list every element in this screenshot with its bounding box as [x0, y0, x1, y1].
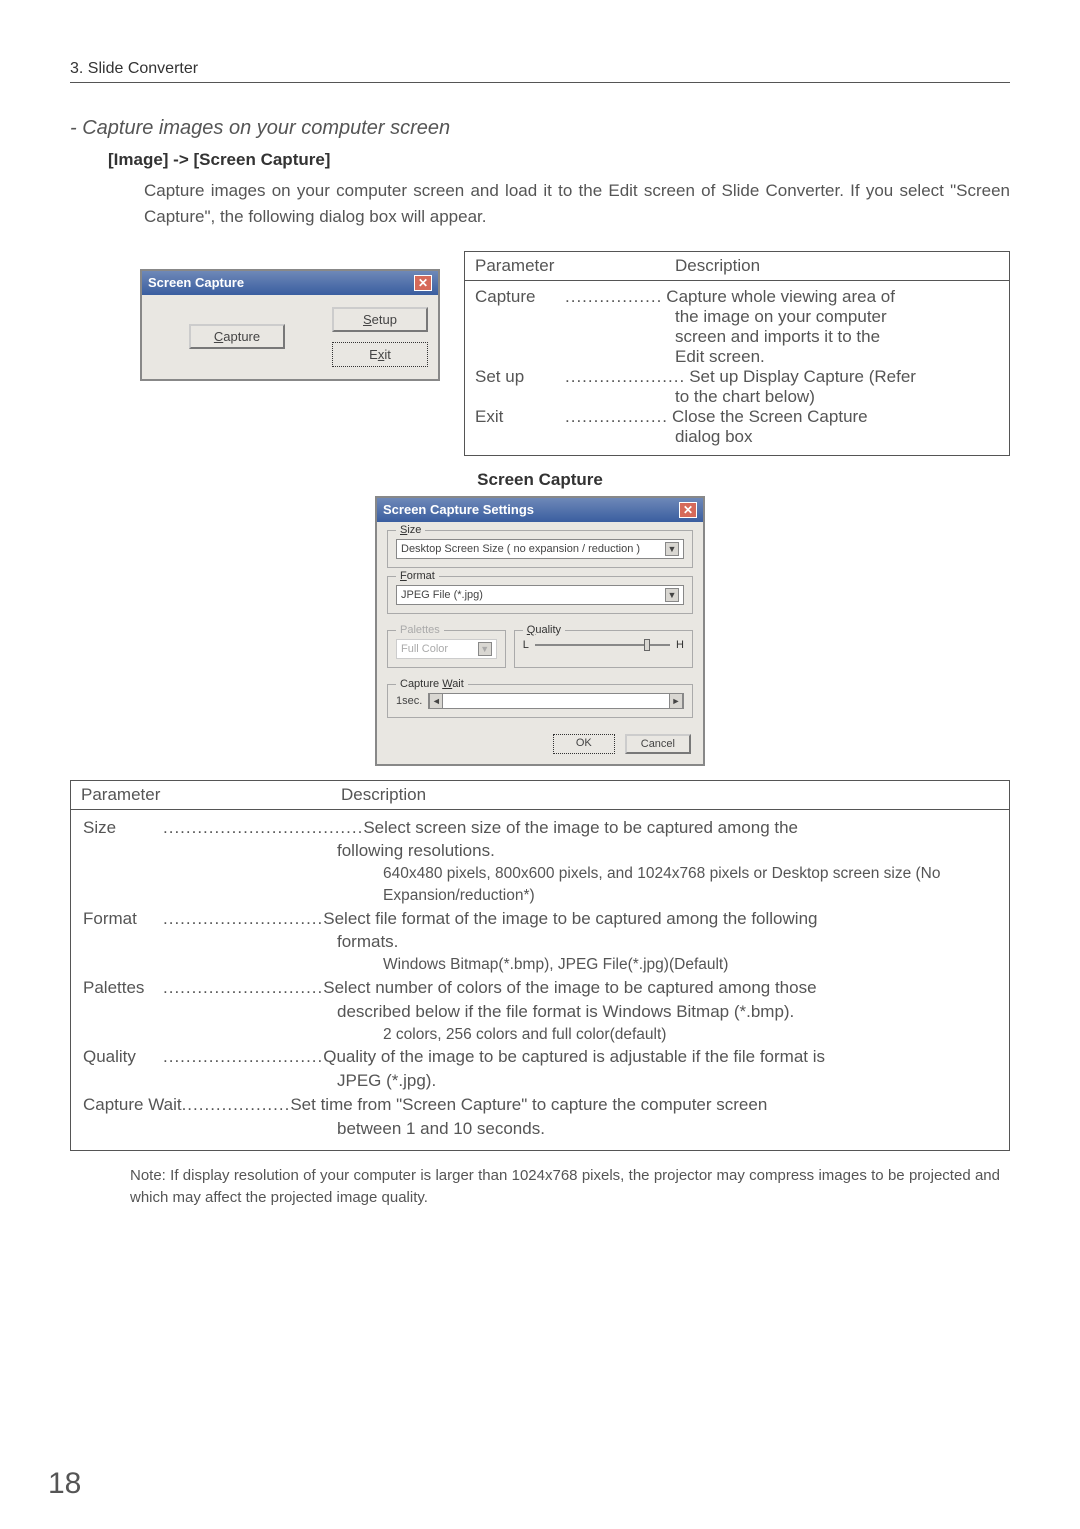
- capture-wait-scrollbar[interactable]: ◄ ►: [428, 693, 684, 709]
- quality-legend: Quality: [523, 624, 565, 636]
- palettes-sub: 2 colors, 256 colors and full color(defa…: [83, 1024, 997, 1046]
- intro-paragraph: Capture images on your computer screen a…: [144, 178, 1010, 231]
- size-desc-2: following resolutions.: [83, 839, 997, 863]
- arrow-right-icon[interactable]: ►: [669, 694, 683, 708]
- th-parameter: Parameter: [465, 252, 665, 280]
- palettes-fieldset: Palettes Full Color ▼: [387, 630, 506, 668]
- th-parameter: Parameter: [71, 781, 331, 809]
- section-title: - Capture images on your computer screen: [70, 117, 1010, 140]
- th-description: Description: [331, 781, 1009, 809]
- row-setup-cont: to the chart below): [475, 387, 999, 407]
- row-capture-cont3: Edit screen.: [475, 347, 999, 367]
- chevron-down-icon[interactable]: ▼: [665, 588, 679, 602]
- setup-mnemonic: S: [363, 312, 372, 327]
- size-desc-1: Select screen size of the image to be ca…: [363, 816, 997, 840]
- format-fieldset: Format JPEG File (*.jpg) ▼: [387, 576, 693, 614]
- dots: ...................: [182, 1093, 291, 1117]
- palettes-legend: Palettes: [396, 624, 444, 636]
- format-label: Format: [83, 907, 163, 931]
- row-exit-name: Exit: [475, 407, 565, 427]
- format-desc-1: Select file format of the image to be ca…: [323, 907, 997, 931]
- quality-fieldset: Quality L H: [514, 630, 693, 668]
- row-exit-desc: Close the Screen Capture: [668, 407, 999, 427]
- exit-button[interactable]: Exit: [332, 342, 428, 367]
- dots: ............................: [163, 1045, 323, 1069]
- palettes-value: Full Color: [401, 643, 448, 655]
- arrow-left-icon[interactable]: ◄: [429, 694, 443, 708]
- format-select[interactable]: JPEG File (*.jpg) ▼: [396, 585, 684, 605]
- setup-button[interactable]: Setup: [332, 307, 428, 332]
- row-setup-name: Set up: [475, 367, 565, 387]
- capture-wait-fieldset: Capture Wait 1sec. ◄ ►: [387, 684, 693, 718]
- dots: ............................: [163, 907, 323, 931]
- row-capture-name: Capture: [475, 287, 565, 307]
- chevron-down-icon[interactable]: ▼: [665, 542, 679, 556]
- page-number: 18: [48, 1467, 81, 1501]
- dialog-title: Screen Capture: [148, 275, 244, 290]
- row-exit-cont: dialog box: [475, 427, 999, 447]
- size-fieldset: Size Desktop Screen Size ( no expansion …: [387, 530, 693, 568]
- cancel-button[interactable]: Cancel: [625, 734, 691, 754]
- dots: .................: [565, 287, 662, 307]
- quality-low-label: L: [523, 639, 529, 651]
- row-setup-desc: Set up Display Capture (Refer: [685, 367, 999, 387]
- dots: .....................: [565, 367, 685, 387]
- quality-desc-2: JPEG (*.jpg).: [83, 1069, 997, 1093]
- palettes-desc-1: Select number of colors of the image to …: [323, 976, 997, 1000]
- capture-wait-legend: Capture Wait: [396, 678, 468, 690]
- slider-thumb[interactable]: [644, 639, 650, 651]
- size-select[interactable]: Desktop Screen Size ( no expansion / red…: [396, 539, 684, 559]
- settings-titlebar: Screen Capture Settings ✕: [377, 498, 703, 522]
- size-label: Size: [83, 816, 163, 840]
- chapter-header: 3. Slide Converter: [70, 60, 1010, 83]
- dots: ............................: [163, 976, 323, 1000]
- capwait-desc-1: Set time from "Screen Capture" to captur…: [290, 1093, 997, 1117]
- row-capture-cont2: screen and imports it to the: [475, 327, 999, 347]
- screen-capture-settings-dialog: Screen Capture Settings ✕ Size Desktop S…: [375, 496, 705, 766]
- quality-desc-1: Quality of the image to be captured is a…: [323, 1045, 997, 1069]
- quality-slider[interactable]: [535, 644, 670, 646]
- menu-path: [Image] -> [Screen Capture]: [108, 150, 1010, 170]
- size-sub: 640x480 pixels, 800x600 pixels, and 1024…: [83, 863, 997, 906]
- format-value: JPEG File (*.jpg): [401, 589, 483, 601]
- chevron-down-icon: ▼: [478, 642, 492, 656]
- capture-wait-value: 1sec.: [396, 695, 422, 707]
- capwait-desc-2: between 1 and 10 seconds.: [83, 1117, 997, 1141]
- screen-capture-dialog: Screen Capture ✕ Capture Setup Exit: [140, 269, 440, 381]
- row-capture-desc: Capture whole viewing area of: [662, 287, 999, 307]
- capture-mnemonic: C: [214, 329, 223, 344]
- th-description: Description: [665, 252, 1009, 280]
- parameter-table-1: Parameter Description Capture...........…: [464, 251, 1010, 456]
- format-sub: Windows Bitmap(*.bmp), JPEG File(*.jpg)(…: [83, 954, 997, 976]
- dots: ..................: [565, 407, 668, 427]
- footnote: Note: If display resolution of your comp…: [130, 1165, 1010, 1209]
- dots: ...................................: [163, 816, 363, 840]
- close-icon[interactable]: ✕: [414, 275, 432, 291]
- palettes-desc-2: described below if the file format is Wi…: [83, 1000, 997, 1024]
- palettes-label: Palettes: [83, 976, 163, 1000]
- format-legend: Format: [396, 570, 439, 582]
- close-icon[interactable]: ✕: [679, 502, 697, 518]
- quality-label: Quality: [83, 1045, 163, 1069]
- settings-title: Screen Capture Settings: [383, 502, 534, 517]
- size-value: Desktop Screen Size ( no expansion / red…: [401, 543, 640, 555]
- dialog-titlebar: Screen Capture ✕: [142, 271, 438, 295]
- exit-mnemonic: x: [378, 347, 385, 362]
- capwait-label: Capture Wait: [83, 1093, 182, 1117]
- quality-high-label: H: [676, 639, 684, 651]
- size-legend: Size: [396, 524, 425, 536]
- settings-heading: Screen Capture: [70, 470, 1010, 490]
- format-desc-2: formats.: [83, 930, 997, 954]
- parameter-table-2: Parameter Description Size .............…: [70, 780, 1010, 1152]
- capture-button[interactable]: Capture: [189, 324, 285, 349]
- palettes-select: Full Color ▼: [396, 639, 497, 659]
- row-capture-cont1: the image on your computer: [475, 307, 999, 327]
- ok-button[interactable]: OK: [553, 734, 615, 754]
